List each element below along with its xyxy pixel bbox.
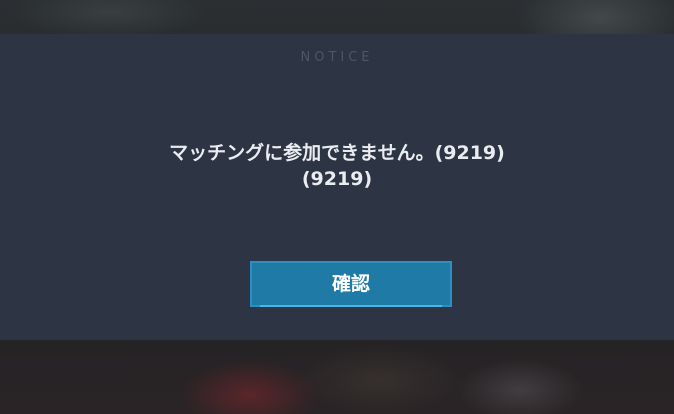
confirm-button[interactable]: 確認: [250, 261, 452, 307]
dialog-message: マッチングに参加できません。(9219) (9219): [0, 140, 674, 192]
button-underline: [260, 305, 442, 307]
message-line-2: (9219): [301, 168, 373, 190]
message-line-1: マッチングに参加できません。(9219): [169, 142, 505, 164]
notice-dialog: NOTICE マッチングに参加できません。(9219) (9219) 確認: [0, 34, 674, 340]
confirm-button-label: 確認: [331, 273, 370, 295]
dialog-title: NOTICE: [300, 50, 374, 65]
